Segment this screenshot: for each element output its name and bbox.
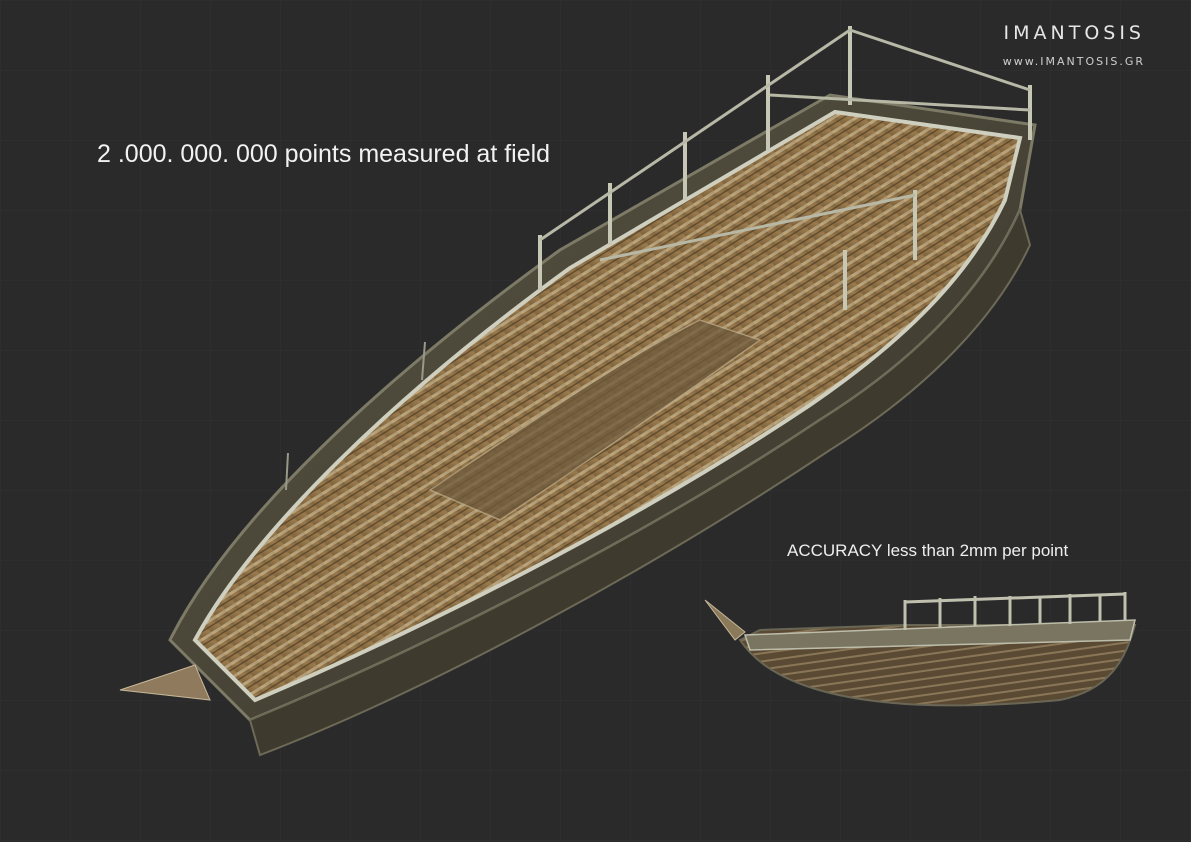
accuracy-note: ACCURACY less than 2mm per point [787,541,1069,560]
point-cloud-scene [0,0,1191,842]
brand-url: www.IMANTOSIS.GR [1002,55,1145,68]
brand-logo: IMANTOSIS [1003,22,1145,44]
scan-canvas: IMANTOSIS www.IMANTOSIS.GR 2 .000. 000. … [0,0,1191,842]
points-headline: 2 .000. 000. 000 points measured at fiel… [97,140,551,168]
